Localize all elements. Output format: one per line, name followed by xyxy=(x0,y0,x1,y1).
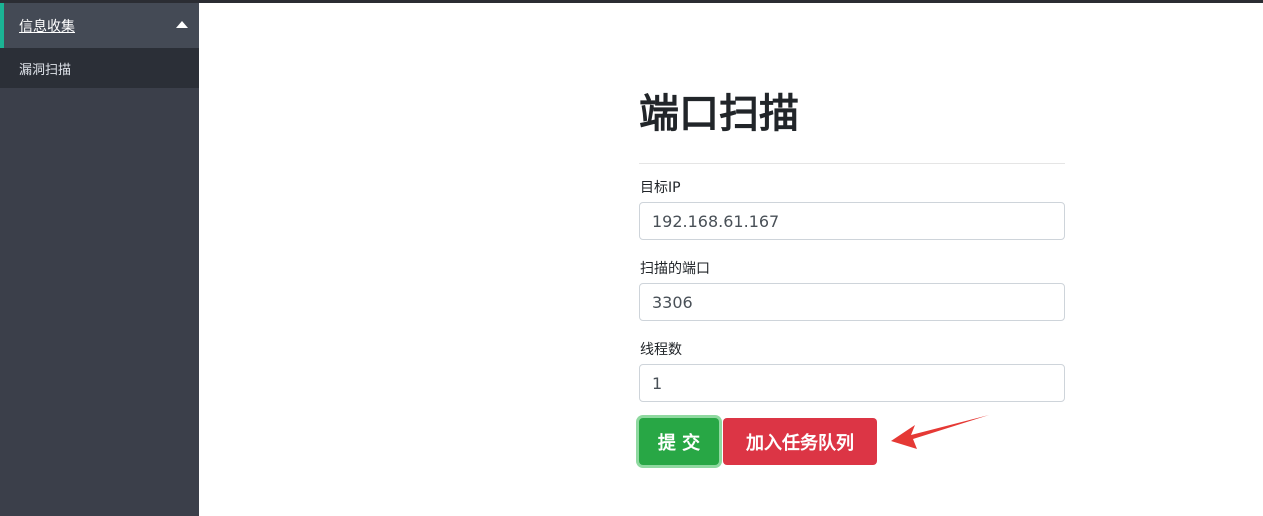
sidebar-item-label: 漏洞扫描 xyxy=(19,62,72,78)
ports-label: 扫描的端口 xyxy=(640,261,710,277)
caret-up-icon[interactable] xyxy=(176,21,188,28)
sidebar-item-vuln-scan[interactable]: 漏洞扫描 xyxy=(0,48,199,88)
ports-input[interactable] xyxy=(639,283,1065,321)
sidebar-group-info-collection[interactable]: 信息收集 xyxy=(0,3,199,48)
sidebar-group-label: 信息收集 xyxy=(19,18,75,35)
main-content: 端口扫描 目标IP 扫描的端口 线程数 提 交 加入任务队列 xyxy=(199,3,1263,516)
target-ip-input[interactable] xyxy=(639,202,1065,240)
sidebar: 信息收集 漏洞扫描 xyxy=(0,3,199,516)
divider xyxy=(639,163,1065,164)
target-ip-label: 目标IP xyxy=(640,180,681,196)
add-to-queue-button[interactable]: 加入任务队列 xyxy=(723,418,877,465)
threads-label: 线程数 xyxy=(640,342,682,358)
annotation-arrow-icon xyxy=(891,415,989,449)
threads-input[interactable] xyxy=(639,364,1065,402)
submit-button[interactable]: 提 交 xyxy=(639,418,719,465)
page-title: 端口扫描 xyxy=(639,91,799,137)
